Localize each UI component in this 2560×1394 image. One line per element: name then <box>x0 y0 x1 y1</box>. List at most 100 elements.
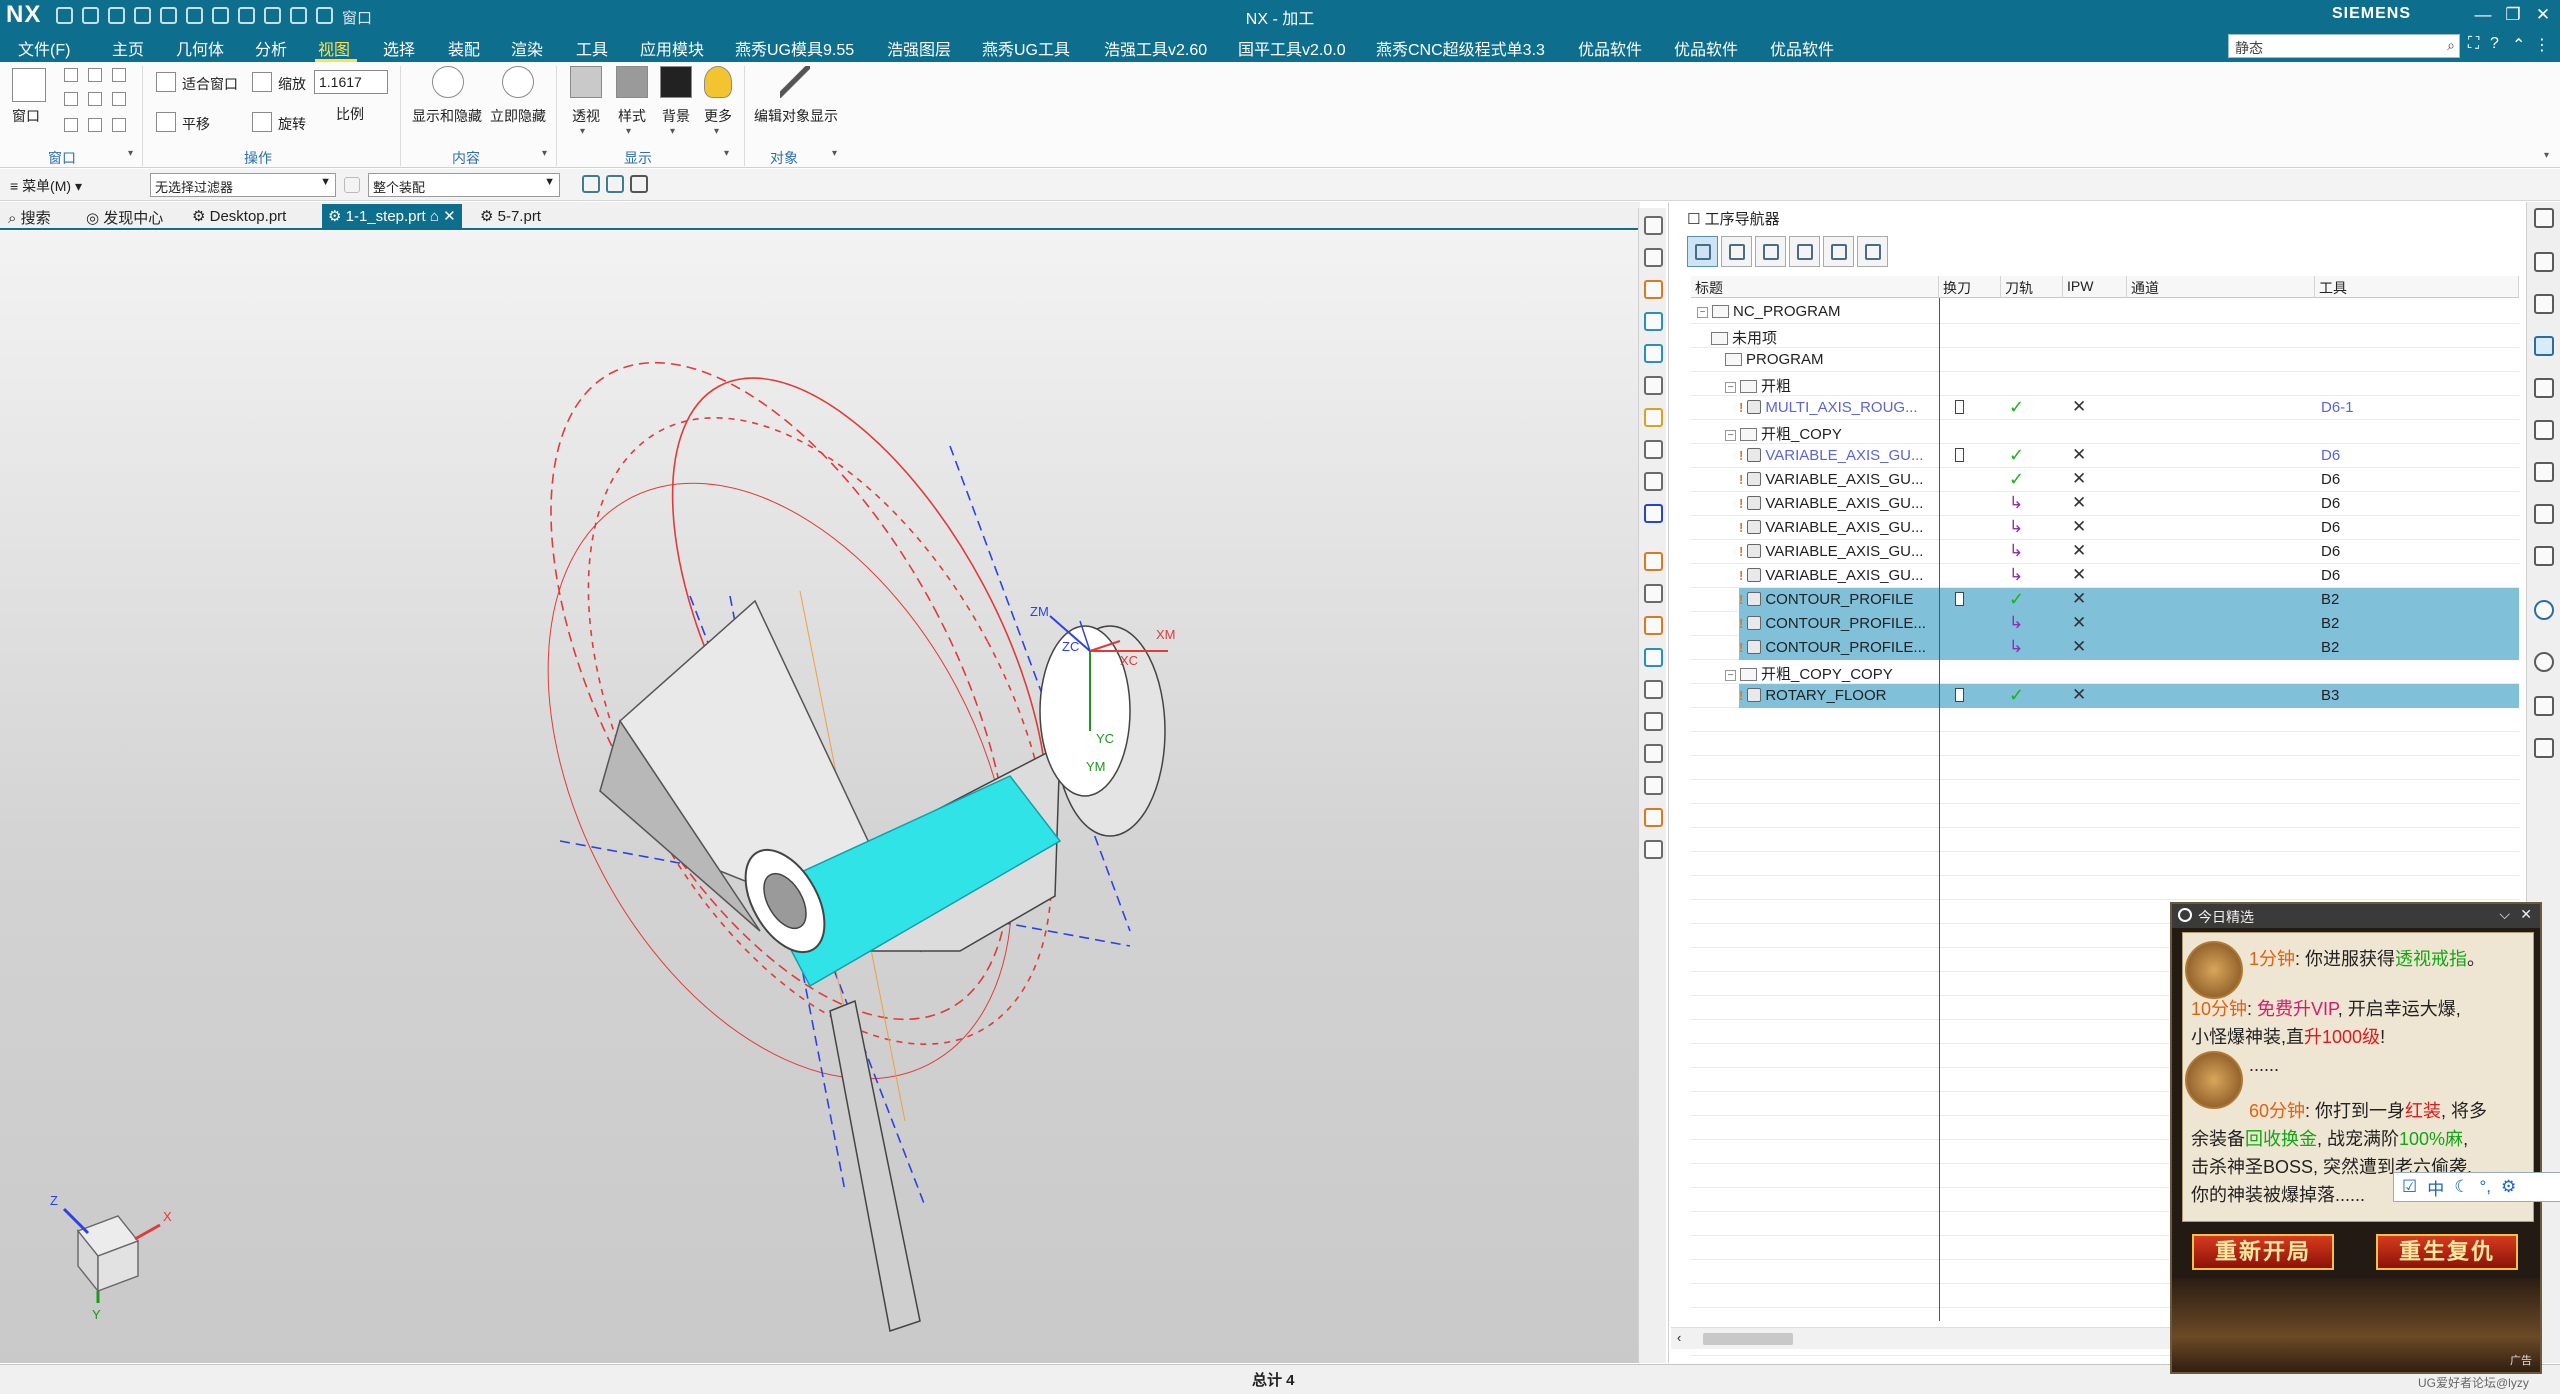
table-row[interactable]: ! VARIABLE_AXIS_GU... ✓ ✕ D6 <box>1691 468 2519 492</box>
snap-point-icon[interactable] <box>606 175 624 193</box>
view-orient-icon[interactable] <box>1644 216 1663 235</box>
ad-popup[interactable]: 今日精选 ⌵ ✕ 1分钟: 你进服获得透视戒指。 10分钟: 免费升VIP, 开… <box>2170 902 2542 1374</box>
program-icon[interactable] <box>1644 504 1663 523</box>
show-hide-label[interactable]: 显示和隐藏 <box>412 106 482 126</box>
column-header-path[interactable]: 刀轨 <box>2001 276 2063 298</box>
fit-icon[interactable] <box>156 72 176 92</box>
close-button[interactable]: ✕ <box>2530 3 2556 27</box>
operation-name-cell[interactable]: ! CONTOUR_PROFILE... <box>1739 636 1939 660</box>
operation-name-cell[interactable]: − 开粗_COPY_COPY <box>1725 660 1939 684</box>
operation-name-cell[interactable]: − 开粗 <box>1725 372 1939 396</box>
edit-object-display-label[interactable]: 编辑对象显示 <box>754 106 838 126</box>
menu-view[interactable]: 视图 <box>318 36 350 60</box>
group-object[interactable]: 对象 <box>770 148 798 168</box>
immediate-hide-icon[interactable] <box>502 66 534 98</box>
filter-reset-icon[interactable] <box>344 177 360 193</box>
window-button-label[interactable]: 窗口 <box>12 106 40 126</box>
group-content[interactable]: 内容 <box>452 148 480 168</box>
save-icon[interactable] <box>56 6 73 24</box>
perspective-icon[interactable] <box>570 66 602 98</box>
table-row[interactable]: ! VARIABLE_AXIS_GU... ↳ ✕ D6 <box>1691 540 2519 564</box>
table-row[interactable]: 未用项 <box>1691 324 2519 348</box>
menu-haoqiang-tools[interactable]: 浩强工具v2.60 <box>1104 36 1207 60</box>
ad-revenge-button[interactable]: 重生复仇 <box>2376 1234 2518 1270</box>
ribbon-options-icon[interactable]: ⋮ <box>2534 35 2550 55</box>
operation-name-cell[interactable]: − 开粗_COPY <box>1725 420 1939 444</box>
table-row[interactable]: ! VARIABLE_AXIS_GU... ↳ ✕ D6 <box>1691 564 2519 588</box>
help-icon[interactable]: ? <box>2490 35 2499 53</box>
cut-icon[interactable] <box>134 6 151 24</box>
table-row[interactable]: − NC_PROGRAM <box>1691 300 2519 324</box>
column-header-tool-change[interactable]: 换刀 <box>1939 276 2001 298</box>
operation-name-cell[interactable]: ! CONTOUR_PROFILE <box>1739 588 1939 612</box>
menu-yanxiu-mold[interactable]: 燕秀UG模具9.55 <box>735 36 854 60</box>
star-icon[interactable] <box>1644 408 1663 427</box>
operation-name-cell[interactable]: ! ROTARY_FLOOR <box>1739 684 1939 708</box>
group-window-dropdown-icon[interactable]: ▾ <box>128 148 133 159</box>
menu-file[interactable]: 文件(F) <box>18 36 70 60</box>
table-row[interactable]: ! VARIABLE_AXIS_GU... ↳ ✕ D6 <box>1691 516 2519 540</box>
process-studio-icon[interactable] <box>2534 696 2554 716</box>
edit-display-brush-icon[interactable] <box>780 66 810 98</box>
fullscreen-icon[interactable]: ⛶ <box>2468 35 2479 53</box>
operation-name-cell[interactable]: ! VARIABLE_AXIS_GU... <box>1739 444 1939 468</box>
menu-render[interactable]: 渲染 <box>511 36 543 60</box>
machine-navigator-icon[interactable] <box>2534 378 2554 398</box>
assembly-icon[interactable] <box>1644 472 1663 491</box>
clipboard-icon[interactable] <box>1644 440 1663 459</box>
part-navigator-icon[interactable] <box>2534 252 2554 272</box>
menu-assembly[interactable]: 装配 <box>448 36 480 60</box>
menu-applications[interactable]: 应用模块 <box>640 36 704 60</box>
menu-yanxiu-tools[interactable]: 燕秀UG工具 <box>982 36 1070 60</box>
group-object-dropdown-icon[interactable]: ▾ <box>832 148 837 159</box>
command-search-input[interactable]: 静态 ⌕ <box>2228 34 2460 58</box>
style-dropdown-icon[interactable]: ▾ <box>626 126 631 137</box>
menu-select[interactable]: 选择 <box>383 36 415 60</box>
gear-icon[interactable] <box>1644 712 1663 731</box>
three-view-icon[interactable] <box>88 92 102 106</box>
column-header-tool[interactable]: 工具 <box>2315 276 2519 298</box>
history-icon[interactable] <box>2534 546 2554 566</box>
menu-analysis[interactable]: 分析 <box>255 36 287 60</box>
menu-youpin-1[interactable]: 优品软件 <box>1578 36 1642 60</box>
machine-tool-view-button[interactable] <box>1721 236 1752 267</box>
graphics-viewport[interactable]: ZM ZC XC XM YC YM Z X Y <box>0 231 1638 1363</box>
type-filter-dropdown[interactable]: 无选择过滤器 ▼ <box>150 173 336 197</box>
ribbon-expand-icon[interactable]: ▾ <box>2544 150 2549 161</box>
operation-navigator-icon[interactable] <box>2534 336 2554 356</box>
solid-icon[interactable] <box>1644 584 1663 603</box>
repeat-icon[interactable] <box>212 6 229 24</box>
group-display-dropdown-icon[interactable]: ▾ <box>724 148 729 159</box>
tab-desktop-prt[interactable]: ⚙ Desktop.prt <box>186 204 292 230</box>
ime-settings-icon[interactable]: ⚙ <box>2501 1177 2516 1197</box>
table-row[interactable]: ! VARIABLE_AXIS_GU... ✓ ✕ D6 <box>1691 444 2519 468</box>
rotate-icon[interactable] <box>252 112 272 132</box>
tree-collapse-icon[interactable]: − <box>1697 307 1708 318</box>
menu-yanxiu-cnc[interactable]: 燕秀CNC超级程式单3.3 <box>1376 36 1545 60</box>
group-operate[interactable]: 操作 <box>244 148 272 168</box>
style-icon[interactable] <box>616 66 648 98</box>
copy-icon[interactable] <box>160 6 177 24</box>
table-row[interactable]: PROGRAM <box>1691 348 2519 372</box>
tile2-view-icon[interactable] <box>88 118 102 132</box>
tree-collapse-icon[interactable]: − <box>1725 670 1736 681</box>
menu-guoping-tools[interactable]: 国平工具v2.0.0 <box>1238 36 1346 60</box>
create-operation-button[interactable] <box>1823 236 1854 267</box>
tab-search[interactable]: ⌕ 搜索 <box>2 204 57 230</box>
ad-restart-button[interactable]: 重新开局 <box>2192 1234 2334 1270</box>
show-icon[interactable] <box>1644 280 1663 299</box>
column-header-name[interactable]: 标题 <box>1691 276 1939 298</box>
zoom-icon[interactable] <box>252 72 272 92</box>
main-menu-button[interactable]: ≡ 菜单(M) ▾ <box>10 176 82 196</box>
table-row[interactable]: ! CONTOUR_PROFILE ✓ ✕ B2 <box>1691 588 2519 612</box>
pan-label[interactable]: 平移 <box>182 114 210 134</box>
rotate-label[interactable]: 旋转 <box>278 114 306 134</box>
tree-collapse-icon[interactable]: − <box>1725 382 1736 393</box>
more-label[interactable]: 更多 <box>704 106 732 126</box>
search-icon[interactable]: ⌕ <box>2447 37 2455 54</box>
touch-mode-icon[interactable] <box>238 6 255 24</box>
menu-youpin-2[interactable]: 优品软件 <box>1674 36 1738 60</box>
ime-language[interactable]: 中 <box>2427 1175 2444 1200</box>
reset-icon[interactable] <box>290 6 307 24</box>
tree-collapse-icon[interactable]: − <box>1725 430 1736 441</box>
